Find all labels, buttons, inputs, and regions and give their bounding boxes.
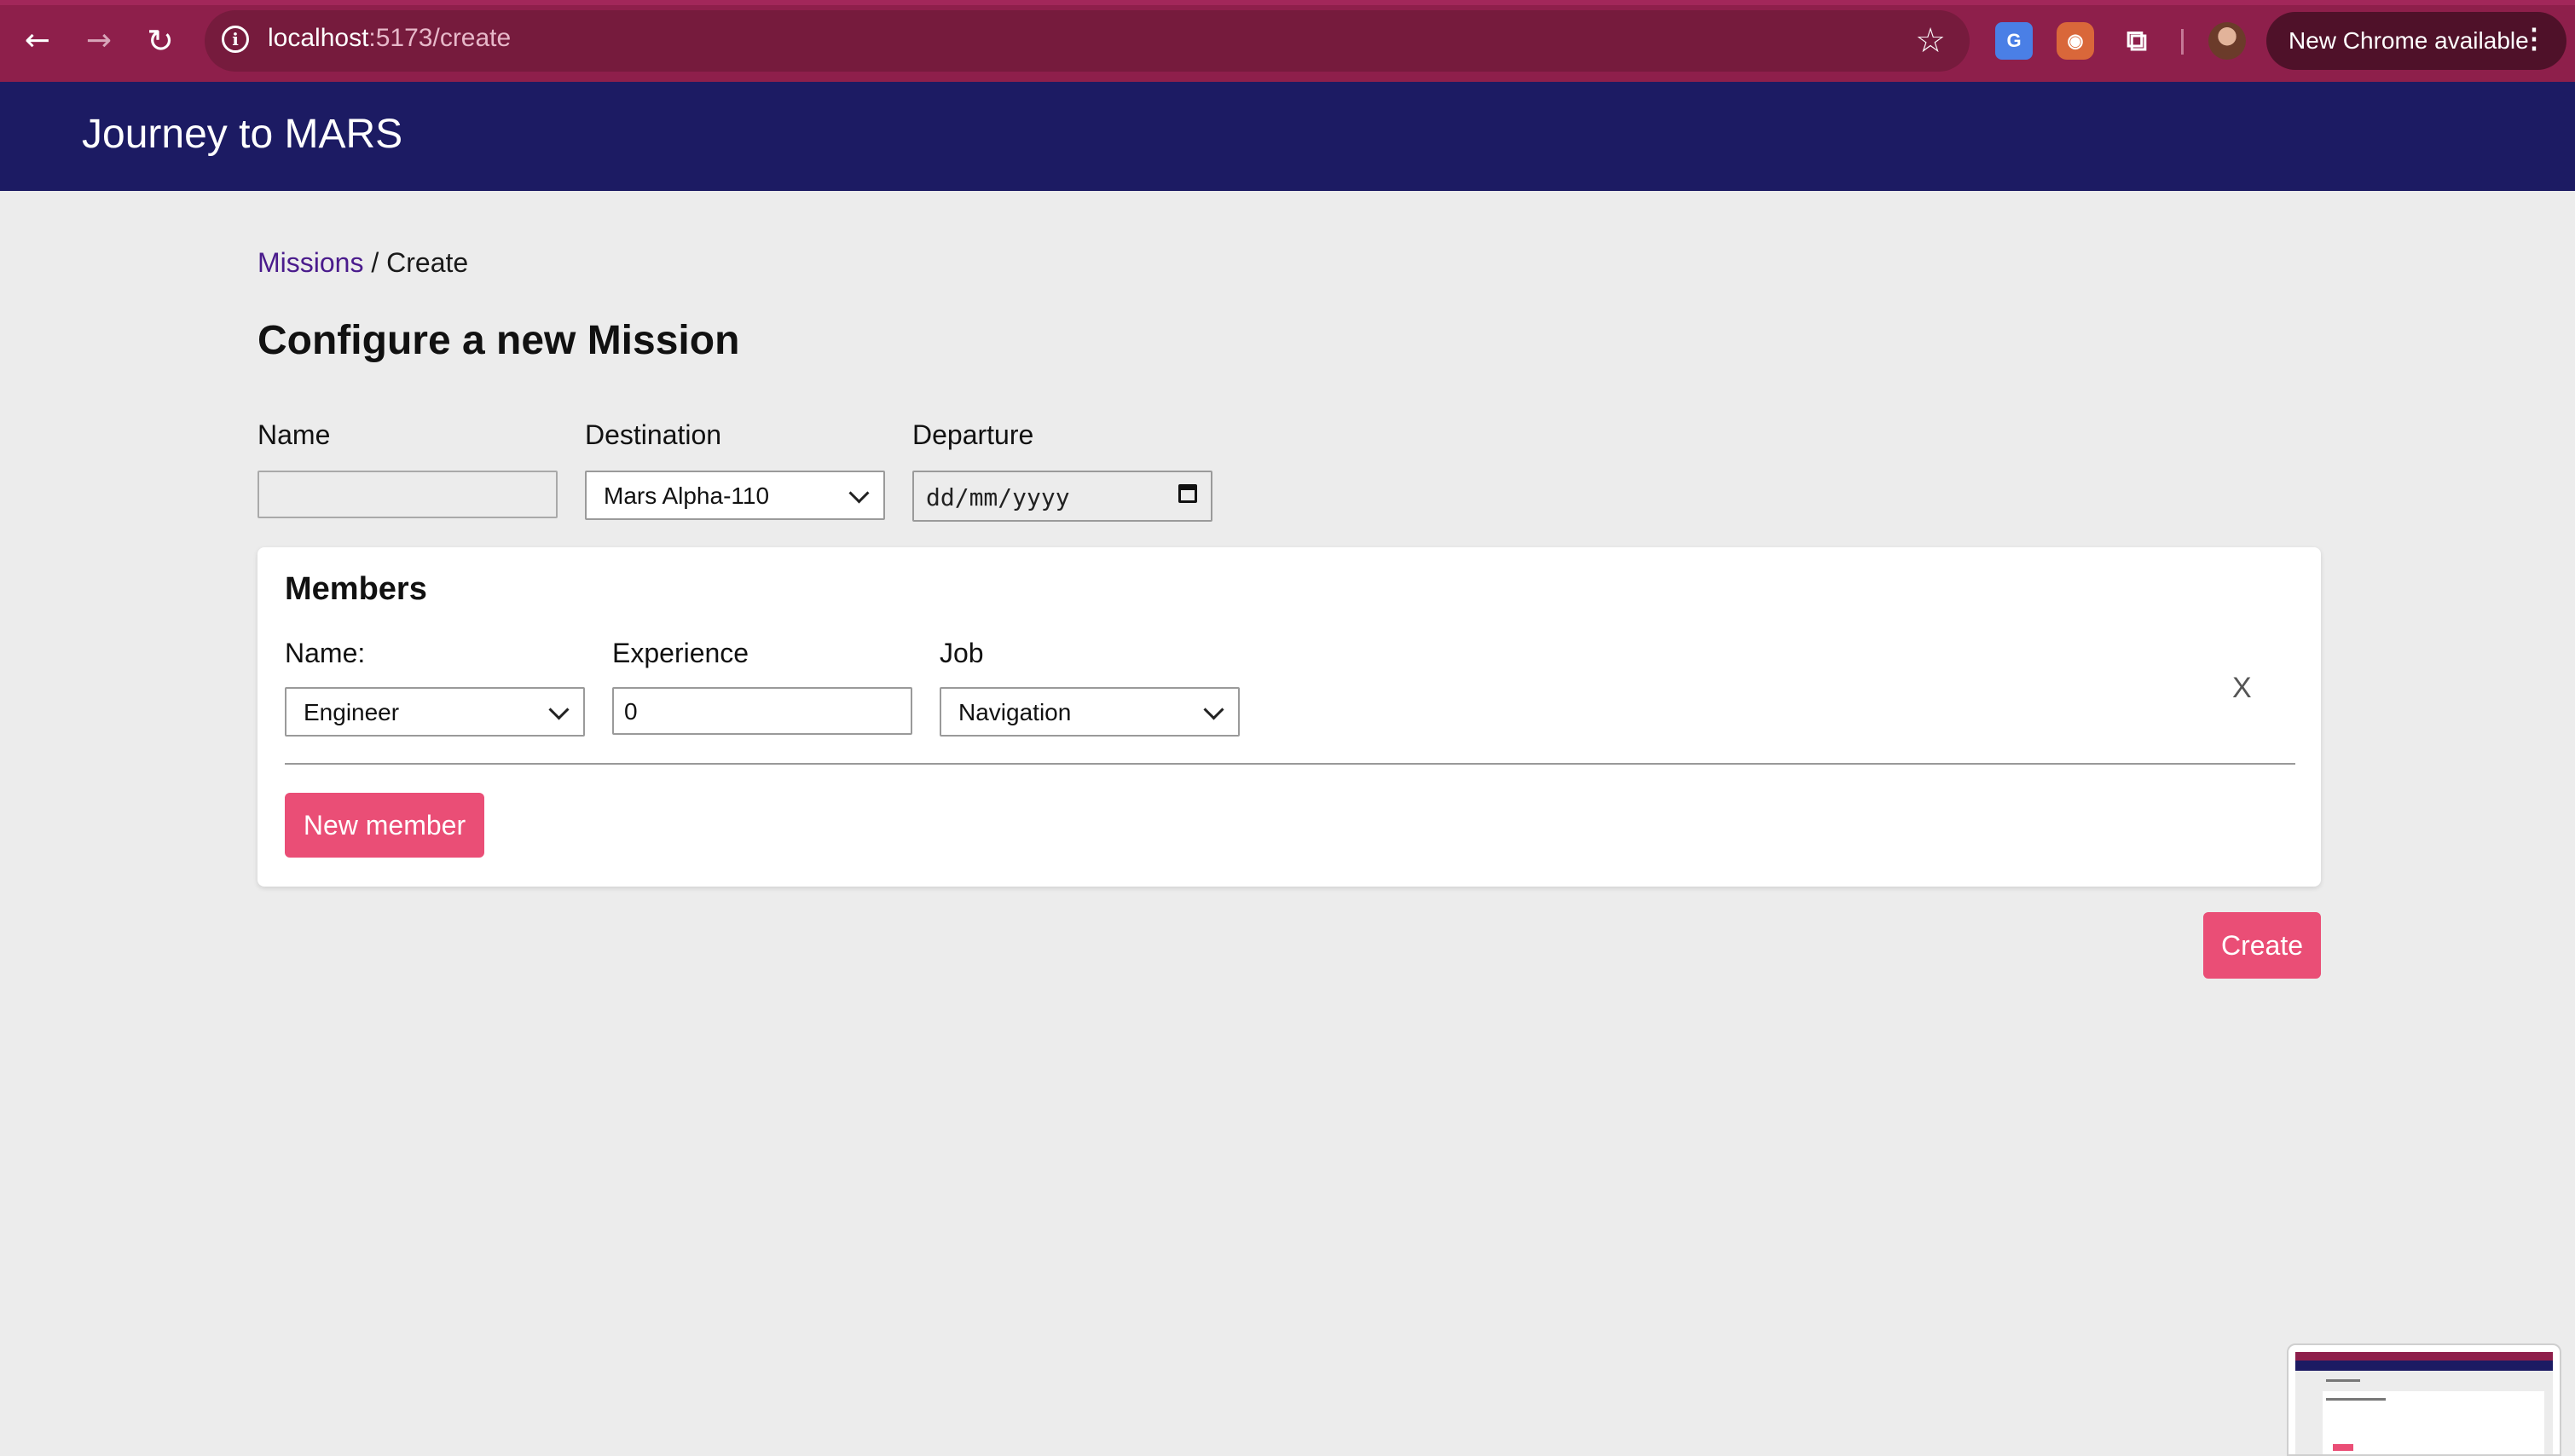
job-label: Job — [940, 638, 984, 668]
toolbar-separator — [2181, 29, 2184, 55]
url-host: localhost — [268, 24, 369, 52]
members-card: Members Name: Engineer Experience 0 Job … — [258, 547, 2321, 887]
update-label: New Chrome available — [2289, 27, 2529, 54]
destination-selected-value: Mars Alpha-110 — [604, 482, 770, 509]
thumbnail-line — [2326, 1398, 2386, 1401]
back-arrow-icon[interactable]: ← — [15, 19, 60, 63]
bookmark-star-icon[interactable]: ☆ — [1915, 20, 1946, 61]
thumbnail-card — [2323, 1391, 2544, 1454]
member-name-select[interactable]: Engineer — [285, 687, 585, 737]
browser-toolbar: ← → ↻ i localhost:5173/create ☆ G ◉ ⧉ Ne… — [0, 0, 2575, 82]
extensions-puzzle-icon[interactable]: ⧉ — [2118, 22, 2155, 60]
url-path: :5173/create — [368, 24, 512, 52]
member-name-label: Name: — [285, 638, 366, 668]
experience-label: Experience — [612, 638, 749, 668]
experience-input[interactable]: 0 — [612, 687, 912, 735]
thumbnail-chrome — [2295, 1352, 2553, 1361]
app-header: Journey to MARS — [0, 82, 2575, 191]
destination-label: Destination — [585, 419, 722, 450]
chevron-down-icon — [1203, 699, 1224, 720]
destination-select[interactable]: Mars Alpha-110 — [585, 471, 885, 520]
departure-label: Departure — [912, 419, 1034, 450]
reload-icon[interactable]: ↻ — [138, 19, 182, 63]
forward-arrow-icon[interactable]: → — [77, 19, 121, 63]
create-button[interactable]: Create — [2203, 912, 2321, 979]
job-select[interactable]: Navigation — [940, 687, 1240, 737]
thumbnail-line — [2326, 1379, 2360, 1382]
members-divider — [285, 763, 2295, 765]
members-title: Members — [285, 571, 427, 607]
tab-strip-edge — [0, 0, 2575, 5]
fox-extension-icon[interactable]: ◉ — [2057, 22, 2094, 60]
experience-value: 0 — [624, 698, 638, 725]
job-value: Navigation — [958, 699, 1072, 725]
name-label: Name — [258, 419, 331, 450]
remove-member-button[interactable]: X — [2232, 672, 2252, 705]
breadcrumb-current: Create — [386, 247, 469, 278]
new-member-button[interactable]: New member — [285, 793, 484, 858]
departure-date-input[interactable]: dd/mm/yyyy — [912, 471, 1212, 522]
breadcrumb-missions-link[interactable]: Missions — [258, 247, 363, 278]
url-text[interactable]: localhost:5173/create — [268, 24, 511, 53]
info-icon[interactable]: i — [222, 26, 249, 53]
window-thumbnail-preview[interactable] — [2287, 1343, 2561, 1456]
member-name-value: Engineer — [304, 699, 400, 725]
mission-name-input[interactable] — [258, 471, 558, 518]
departure-placeholder: dd/mm/yyyy — [926, 483, 1070, 511]
calendar-icon[interactable] — [1178, 484, 1197, 503]
chevron-down-icon — [548, 699, 570, 720]
app-title[interactable]: Journey to MARS — [82, 111, 402, 158]
page-title: Configure a new Mission — [258, 318, 740, 363]
chrome-update-button[interactable]: New Chrome available ⋮ — [2266, 12, 2566, 70]
kebab-menu-icon[interactable]: ⋮ — [2520, 22, 2548, 55]
breadcrumb-separator: / — [363, 247, 387, 278]
chevron-down-icon — [848, 482, 870, 504]
thumbnail-button — [2333, 1444, 2353, 1451]
profile-avatar[interactable] — [2208, 22, 2246, 60]
google-translate-extension-icon[interactable]: G — [1995, 22, 2033, 60]
address-bar[interactable]: i localhost:5173/create ☆ — [205, 10, 1970, 72]
breadcrumb: Missions / Create — [258, 247, 468, 279]
thumbnail-header — [2295, 1361, 2553, 1371]
